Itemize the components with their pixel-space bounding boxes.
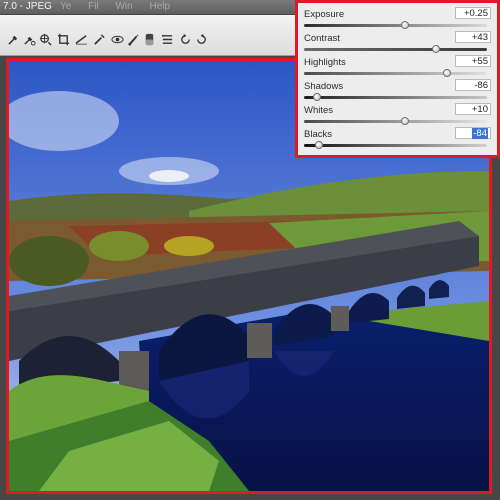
slider-thumb[interactable]	[312, 93, 321, 101]
slider-track[interactable]	[304, 120, 487, 123]
adjustment-value-field[interactable]: -84	[455, 127, 491, 139]
slider-thumb[interactable]	[400, 117, 409, 125]
adjustment-row-whites: Whites +10	[298, 102, 497, 126]
color-sampler-icon[interactable]	[22, 32, 36, 46]
adjustment-value-text: -86	[474, 80, 488, 91]
adjustment-label: Blacks	[304, 129, 332, 140]
adjustment-row-contrast: Contrast +43	[298, 30, 497, 54]
menu-bar: Ye Fil Win Help	[60, 1, 184, 12]
slider-thumb[interactable]	[400, 21, 409, 29]
slider-track[interactable]	[304, 48, 487, 51]
adjustment-value-field[interactable]: +43	[455, 31, 491, 43]
adjustment-brush-icon[interactable]	[126, 32, 140, 46]
adjustment-label: Exposure	[304, 9, 345, 20]
adjustment-value-text: +43	[471, 32, 488, 43]
window-title: 7.0 - JPEG	[3, 1, 52, 12]
adjustment-value-text: +0.25	[463, 8, 488, 19]
adjustment-value-field[interactable]: +10	[455, 103, 491, 115]
slider-thumb[interactable]	[314, 141, 323, 149]
adjustment-label: Shadows	[304, 81, 344, 92]
rotate-right-icon[interactable]	[194, 32, 208, 46]
adjustment-value-text: +10	[471, 104, 488, 115]
rotate-left-icon[interactable]	[178, 32, 192, 46]
adjustment-label: Whites	[304, 105, 334, 116]
slider-thumb[interactable]	[442, 69, 451, 77]
adjustment-row-highlights: Highlights +55	[298, 54, 497, 78]
slider-track[interactable]	[304, 144, 487, 147]
adjustment-value-text: +55	[471, 56, 488, 67]
crop-icon[interactable]	[56, 32, 70, 46]
slider-track[interactable]	[304, 72, 487, 75]
adjustment-row-blacks: Blacks -84	[298, 126, 497, 150]
menu-item[interactable]: Fil	[88, 1, 99, 12]
adjustment-row-shadows: Shadows -86	[298, 78, 497, 102]
slider-thumb[interactable]	[431, 45, 440, 53]
basic-adjustments-panel: Exposure +0.25 Contrast +43 Highlights +55 Sha…	[295, 0, 500, 158]
adjustment-value-field[interactable]: +55	[455, 55, 491, 67]
adjustment-label: Highlights	[304, 57, 346, 68]
menu-item[interactable]: Help	[149, 1, 170, 12]
straighten-icon[interactable]	[74, 32, 88, 46]
eyedropper-icon[interactable]	[6, 32, 20, 46]
adjustment-value-field[interactable]: +0.25	[455, 7, 491, 19]
adjustment-row-exposure: Exposure +0.25	[298, 6, 497, 30]
graduated-filter-icon[interactable]	[142, 32, 156, 46]
preferences-icon[interactable]	[160, 32, 174, 46]
adjustment-value-field[interactable]: -86	[455, 79, 491, 91]
target-adjust-icon[interactable]	[38, 32, 52, 46]
adjustment-value-text: -84	[472, 128, 488, 139]
spot-removal-icon[interactable]	[92, 32, 106, 46]
menu-item[interactable]: Ye	[60, 1, 71, 12]
adjustment-label: Contrast	[304, 33, 340, 44]
red-eye-icon[interactable]	[110, 32, 124, 46]
slider-track[interactable]	[304, 96, 487, 99]
slider-track[interactable]	[304, 24, 487, 27]
menu-item[interactable]: Win	[115, 1, 132, 12]
